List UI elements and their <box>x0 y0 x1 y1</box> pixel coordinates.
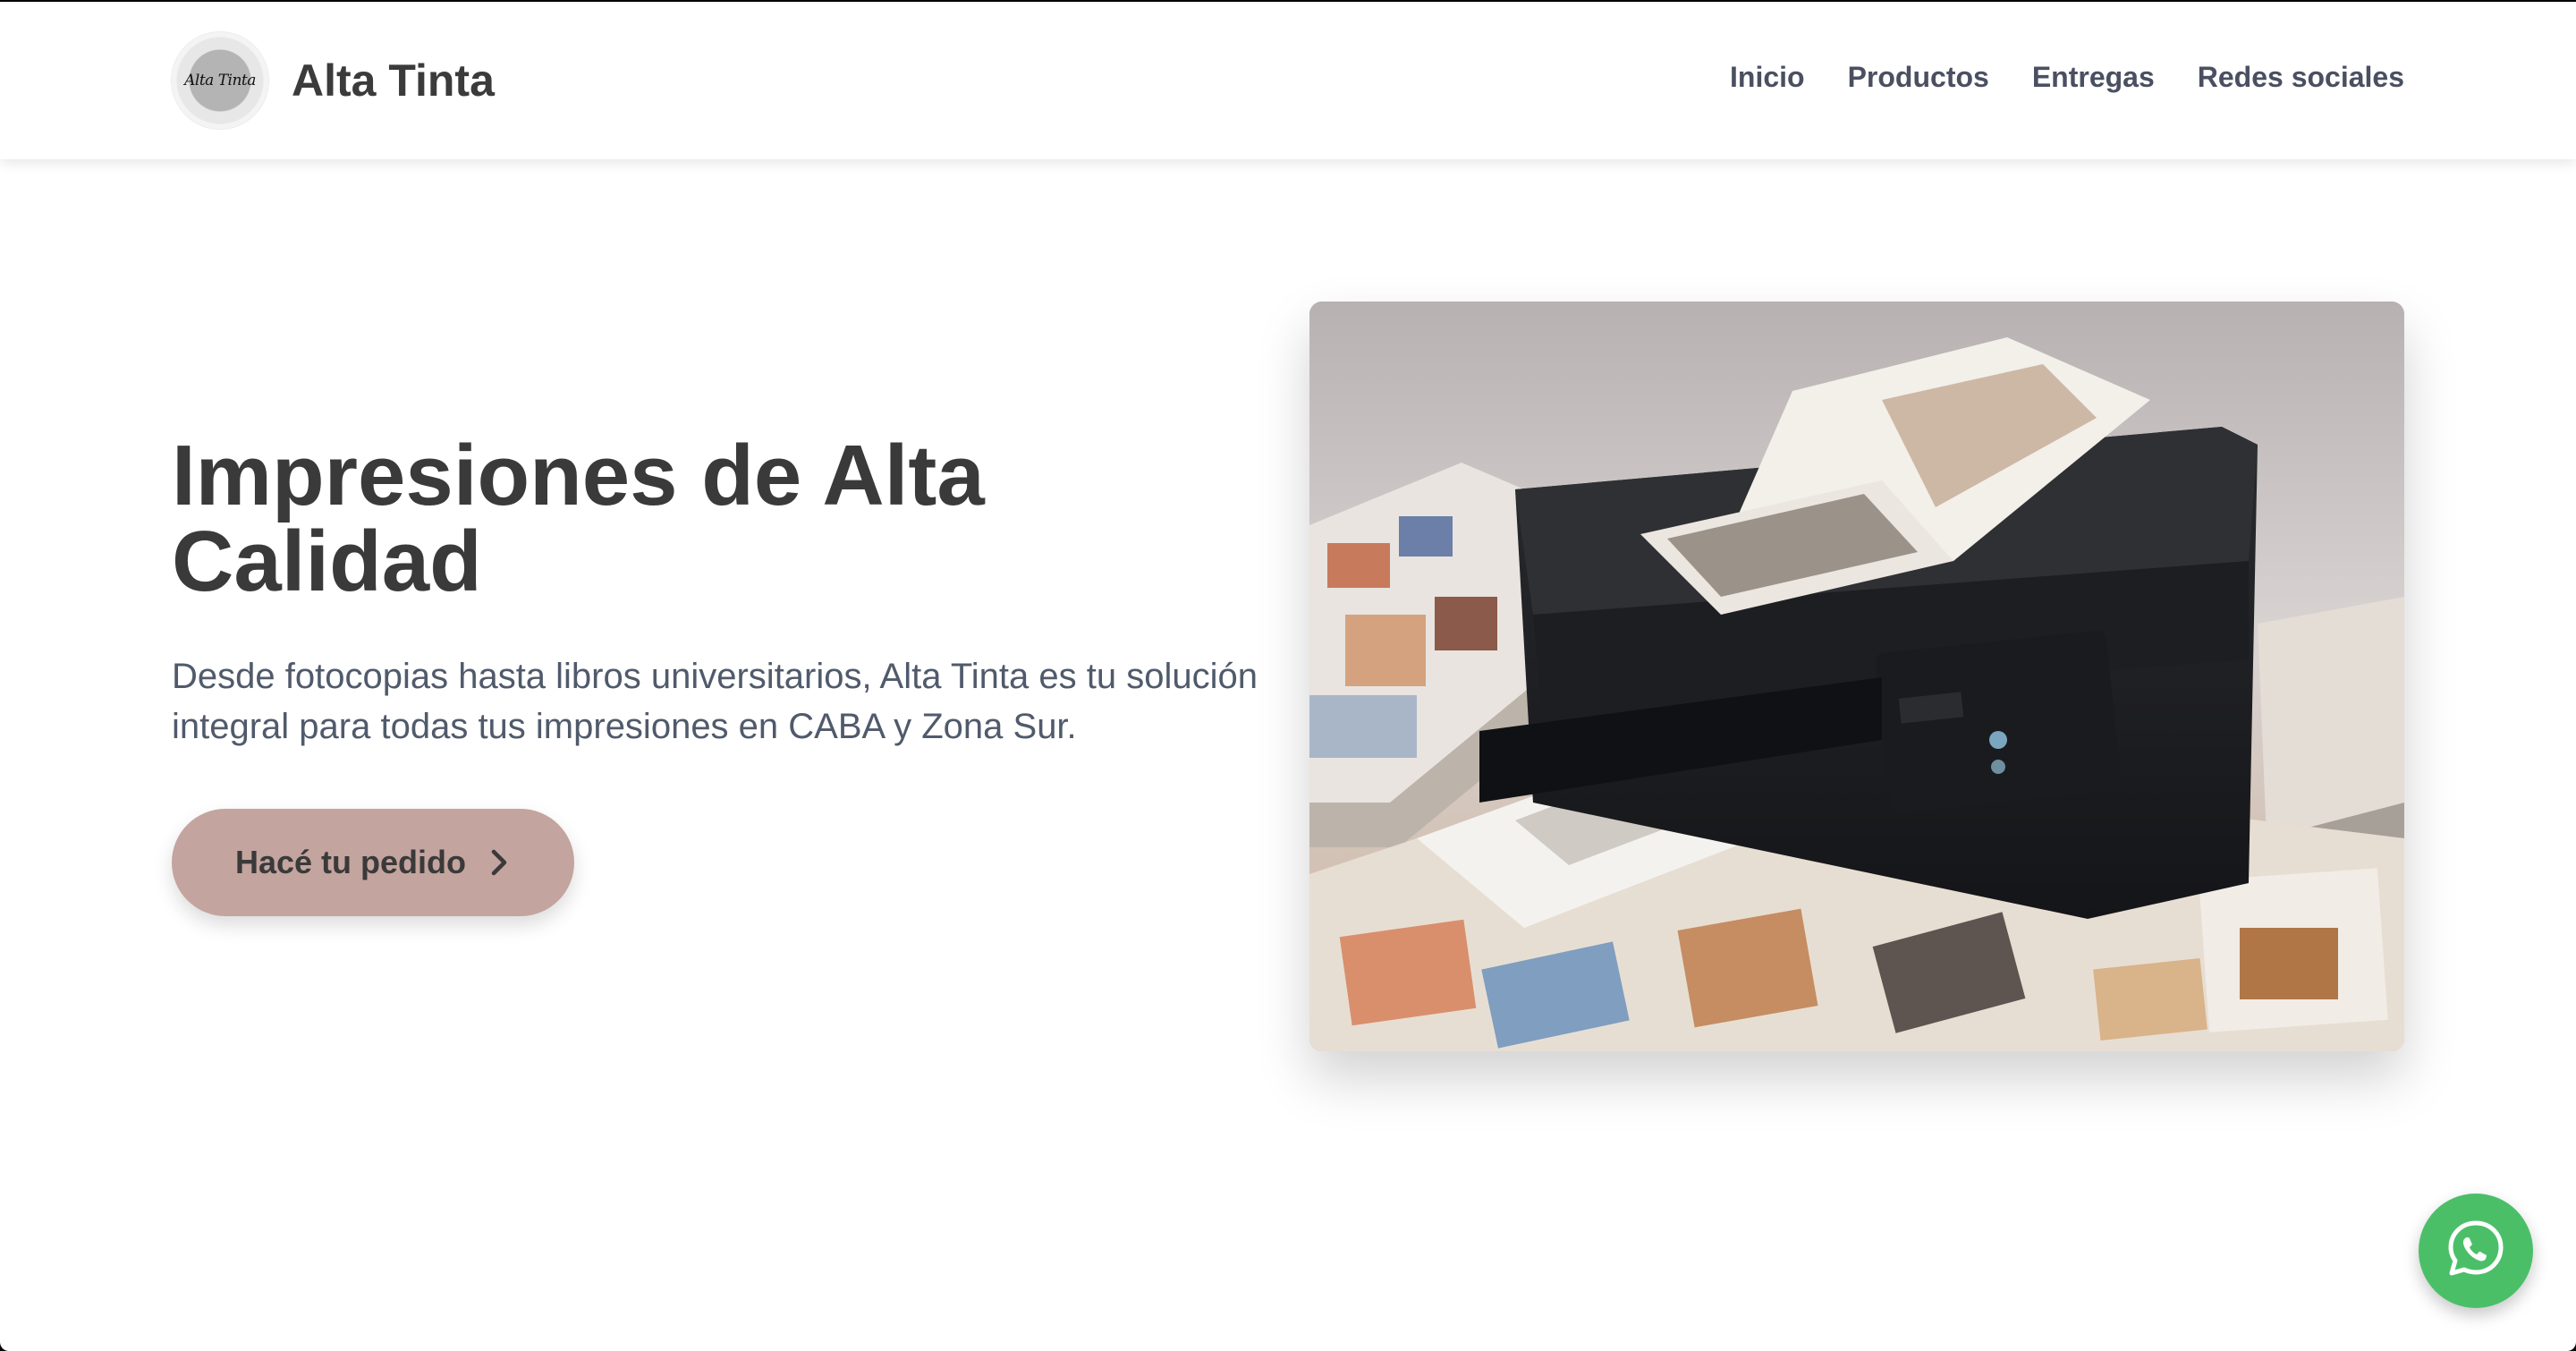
order-button[interactable]: Hacé tu pedido <box>172 809 574 916</box>
chevron-right-icon <box>487 847 511 878</box>
page: Alta Tinta Alta Tinta Inicio Productos E… <box>0 2 2576 1351</box>
order-button-label: Hacé tu pedido <box>234 844 467 880</box>
brand-logo: Alta Tinta <box>172 32 268 129</box>
whatsapp-icon <box>2445 1218 2507 1285</box>
nav-entregas[interactable]: Entregas <box>2032 61 2155 94</box>
site-header: Alta Tinta Alta Tinta Inicio Productos E… <box>0 2 2576 159</box>
brand-name: Alta Tinta <box>292 55 495 106</box>
hero-printer-image <box>1309 302 2404 1051</box>
whatsapp-button[interactable] <box>2419 1194 2533 1308</box>
brand-link[interactable]: Alta Tinta Alta Tinta <box>172 30 495 131</box>
hero-description: Desde fotocopias hasta libros universita… <box>172 657 1258 746</box>
nav-redes-sociales[interactable]: Redes sociales <box>2198 61 2404 94</box>
printer-illustration <box>1309 302 2404 1051</box>
nav-inicio[interactable]: Inicio <box>1730 61 1805 94</box>
hero-title: Impresiones de Alta Calidad <box>172 428 985 609</box>
main-nav: Inicio Productos Entregas Redes sociales <box>1730 61 2404 94</box>
nav-productos[interactable]: Productos <box>1848 61 1989 94</box>
logo-text: Alta Tinta <box>184 72 256 89</box>
